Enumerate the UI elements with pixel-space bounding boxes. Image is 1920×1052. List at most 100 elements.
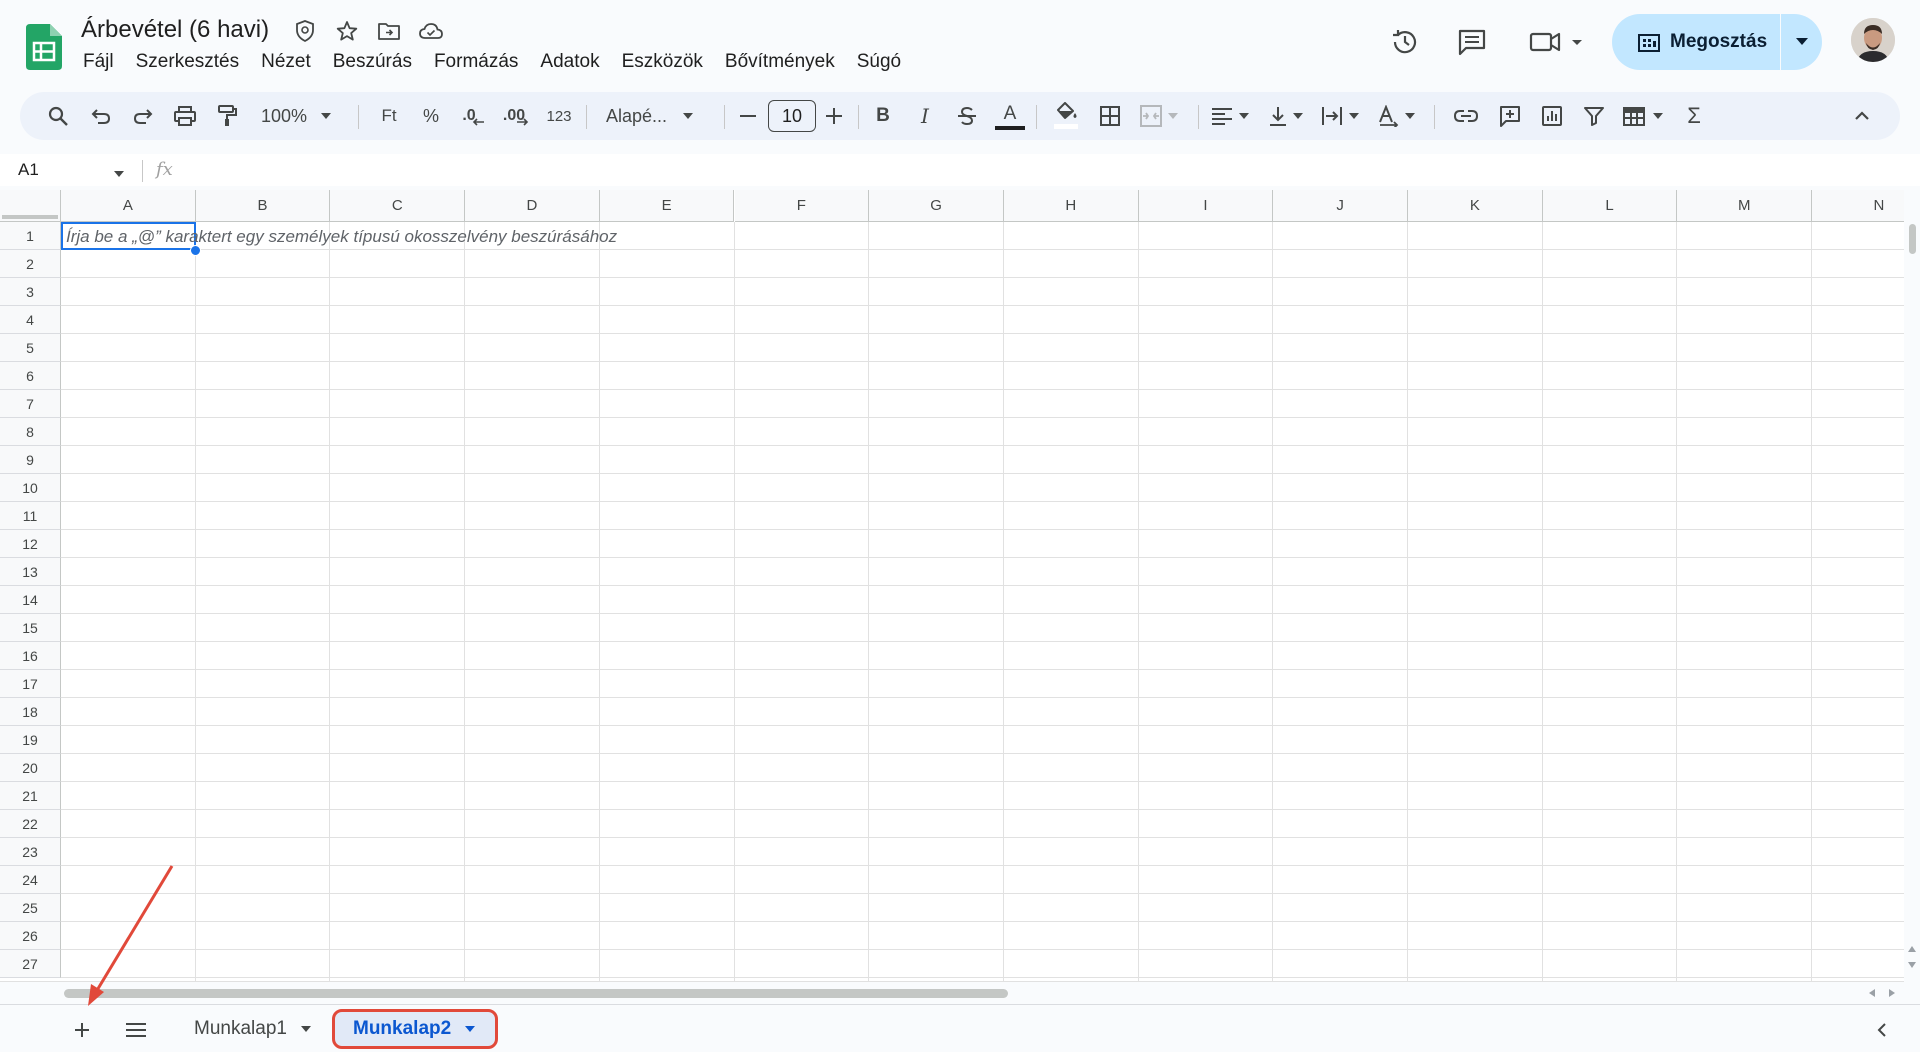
column-header-j[interactable]: J bbox=[1273, 190, 1408, 222]
cloud-saved-icon[interactable] bbox=[418, 18, 444, 44]
row-header-2[interactable]: 2 bbox=[0, 250, 61, 278]
add-sheet-icon[interactable] bbox=[66, 1014, 98, 1046]
comments-icon[interactable] bbox=[1454, 24, 1490, 60]
insert-link-icon[interactable] bbox=[1448, 92, 1484, 140]
share-button[interactable]: Megosztás bbox=[1612, 14, 1780, 70]
column-header-d[interactable]: D bbox=[465, 190, 600, 222]
caret-down-icon[interactable] bbox=[114, 164, 124, 182]
sheet-tab-munkalap1[interactable]: Munkalap1 bbox=[176, 1009, 329, 1049]
italic-button[interactable]: I bbox=[908, 92, 942, 140]
row-header-7[interactable]: 7 bbox=[0, 390, 61, 418]
row-header-4[interactable]: 4 bbox=[0, 306, 61, 334]
star-icon[interactable] bbox=[334, 18, 360, 44]
font-family-select[interactable]: Alapé... bbox=[600, 92, 714, 140]
column-header-i[interactable]: I bbox=[1138, 190, 1274, 222]
row-header-14[interactable]: 14 bbox=[0, 586, 61, 614]
format-percent-button[interactable]: % bbox=[414, 92, 448, 140]
decrease-font-size-icon[interactable] bbox=[734, 92, 762, 140]
column-header-l[interactable]: L bbox=[1542, 190, 1678, 222]
share-dropdown-button[interactable] bbox=[1781, 14, 1822, 70]
table-view-icon[interactable] bbox=[1618, 92, 1668, 140]
row-header-22[interactable]: 22 bbox=[0, 810, 61, 838]
row-header-9[interactable]: 9 bbox=[0, 446, 61, 474]
merge-cells-icon[interactable] bbox=[1134, 92, 1184, 140]
sheet-tab-munkalap2[interactable]: Munkalap2 bbox=[332, 1009, 498, 1049]
row-header-27[interactable]: 27 bbox=[0, 950, 61, 978]
menu-data[interactable]: Adatok bbox=[529, 48, 610, 76]
bold-button[interactable]: B bbox=[866, 92, 900, 140]
menu-extensions[interactable]: Bővítmények bbox=[714, 48, 846, 76]
scroll-down-icon[interactable] bbox=[1908, 962, 1916, 968]
menu-edit[interactable]: Szerkesztés bbox=[125, 48, 250, 76]
vertical-scrollbar-thumb[interactable] bbox=[1909, 224, 1916, 254]
more-formats-button[interactable]: 123 bbox=[540, 92, 578, 140]
font-size-input[interactable]: 10 bbox=[768, 100, 816, 132]
filter-icon[interactable] bbox=[1576, 92, 1612, 140]
row-header-20[interactable]: 20 bbox=[0, 754, 61, 782]
row-header-18[interactable]: 18 bbox=[0, 698, 61, 726]
column-header-n[interactable]: N bbox=[1812, 190, 1904, 222]
horizontal-scrollbar-thumb[interactable] bbox=[64, 989, 1008, 998]
row-header-12[interactable]: 12 bbox=[0, 530, 61, 558]
column-header-h[interactable]: H bbox=[1003, 190, 1139, 222]
row-header-17[interactable]: 17 bbox=[0, 670, 61, 698]
menu-format[interactable]: Formázás bbox=[423, 48, 529, 76]
paint-format-icon[interactable] bbox=[210, 92, 244, 140]
column-header-g[interactable]: G bbox=[869, 190, 1004, 222]
vertical-scrollbar[interactable] bbox=[1904, 190, 1920, 981]
menu-tools[interactable]: Eszközök bbox=[611, 48, 714, 76]
column-header-a[interactable]: A bbox=[61, 190, 196, 222]
column-header-f[interactable]: F bbox=[734, 190, 870, 222]
row-header-16[interactable]: 16 bbox=[0, 642, 61, 670]
scroll-right-icon[interactable] bbox=[1889, 989, 1895, 997]
security-shield-icon[interactable] bbox=[292, 18, 318, 44]
document-title[interactable]: Árbevétel (6 havi) bbox=[81, 16, 269, 44]
move-folder-icon[interactable] bbox=[376, 18, 402, 44]
column-header-c[interactable]: C bbox=[330, 190, 466, 222]
scroll-left-icon[interactable] bbox=[1869, 989, 1875, 997]
version-history-icon[interactable] bbox=[1387, 24, 1423, 60]
row-header-26[interactable]: 26 bbox=[0, 922, 61, 950]
row-header-23[interactable]: 23 bbox=[0, 838, 61, 866]
row-header-19[interactable]: 19 bbox=[0, 726, 61, 754]
name-box[interactable]: A1 bbox=[18, 160, 39, 180]
text-rotation-icon[interactable] bbox=[1372, 92, 1420, 140]
borders-icon[interactable] bbox=[1092, 92, 1128, 140]
avatar[interactable] bbox=[1851, 18, 1895, 62]
print-icon[interactable] bbox=[168, 92, 202, 140]
row-header-13[interactable]: 13 bbox=[0, 558, 61, 586]
scroll-up-icon[interactable] bbox=[1908, 946, 1916, 952]
text-wrapping-icon[interactable] bbox=[1316, 92, 1364, 140]
strikethrough-icon[interactable] bbox=[950, 92, 984, 140]
horizontal-align-icon[interactable] bbox=[1206, 92, 1254, 140]
select-all-corner[interactable] bbox=[0, 190, 61, 222]
column-header-e[interactable]: E bbox=[599, 190, 735, 222]
sheets-logo-icon[interactable] bbox=[26, 24, 62, 70]
undo-icon[interactable] bbox=[84, 92, 118, 140]
insert-chart-icon[interactable] bbox=[1534, 92, 1570, 140]
menu-file[interactable]: Fájl bbox=[72, 48, 125, 76]
format-currency-button[interactable]: Ft bbox=[372, 92, 406, 140]
horizontal-scrollbar[interactable] bbox=[0, 981, 1904, 1003]
fill-color-icon[interactable] bbox=[1048, 92, 1084, 140]
row-header-25[interactable]: 25 bbox=[0, 894, 61, 922]
row-header-3[interactable]: 3 bbox=[0, 278, 61, 306]
collapse-menus-icon[interactable] bbox=[1844, 92, 1880, 140]
column-header-k[interactable]: K bbox=[1408, 190, 1543, 222]
cell-grid[interactable]: A B C D E F G H I J K L M N 1 2 3 4 5 6 7 8 9 10 11 12 13 14 15 16 17 1… bbox=[0, 190, 1904, 981]
row-header-5[interactable]: 5 bbox=[0, 334, 61, 362]
increase-decimal-button[interactable]: .00 bbox=[496, 92, 536, 140]
menu-insert[interactable]: Beszúrás bbox=[322, 48, 423, 76]
row-header-6[interactable]: 6 bbox=[0, 362, 61, 390]
search-menus-icon[interactable] bbox=[40, 92, 76, 140]
column-header-b[interactable]: B bbox=[195, 190, 331, 222]
row-header-8[interactable]: 8 bbox=[0, 418, 61, 446]
row-header-15[interactable]: 15 bbox=[0, 614, 61, 642]
meet-video-icon[interactable] bbox=[1526, 24, 1586, 60]
insert-comment-icon[interactable] bbox=[1492, 92, 1528, 140]
decrease-decimal-button[interactable]: .0 bbox=[454, 92, 492, 140]
redo-icon[interactable] bbox=[126, 92, 160, 140]
zoom-select[interactable]: 100% bbox=[258, 92, 334, 140]
menu-view[interactable]: Nézet bbox=[250, 48, 322, 76]
row-header-10[interactable]: 10 bbox=[0, 474, 61, 502]
